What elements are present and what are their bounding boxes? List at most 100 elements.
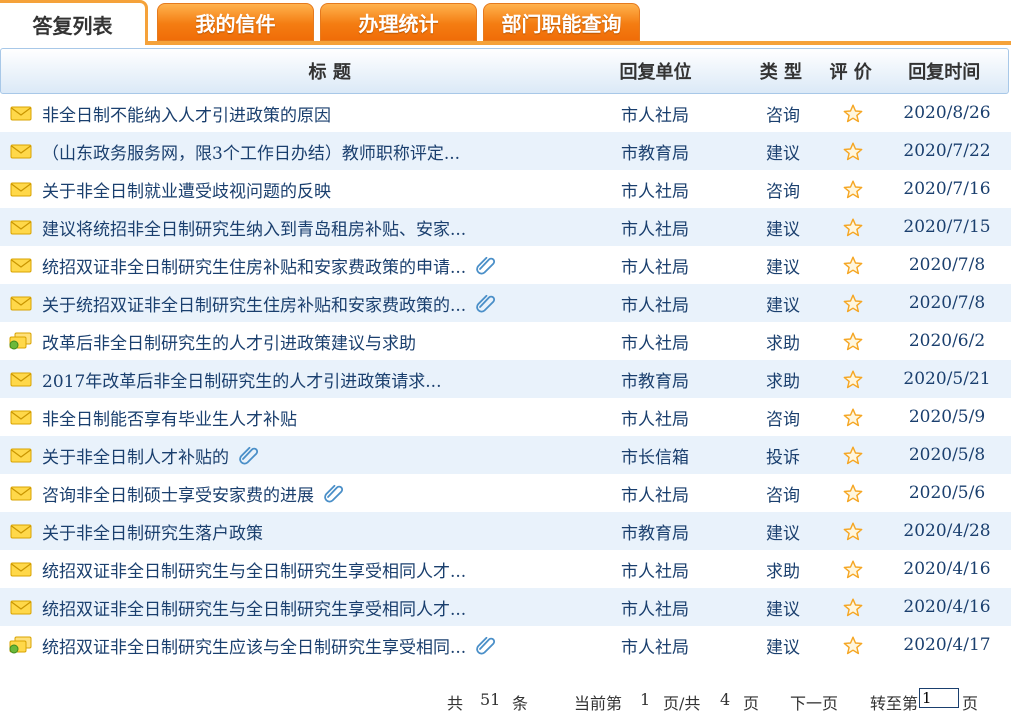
pagination: 共 51 条 当前第 1 页/共 4 页 下一页 转至第 页 xyxy=(0,688,1011,714)
row-date: 2020/6/2 xyxy=(908,331,986,351)
pages-mid: 页/共 xyxy=(663,694,701,713)
table-row[interactable]: （山东政务服务网，限3个工作日办结）教师职称评定... 市教育局 建议 2020/7/… xyxy=(0,132,1011,170)
row-title-link[interactable]: 咨询非全日制硕士享受安家费的进展 xyxy=(42,481,314,506)
rating-star-icon[interactable] xyxy=(823,522,883,541)
table-row[interactable]: 统招双证非全日制研究生住房补贴和安家费政策的申请... 市人社局 建议 2020/7/… xyxy=(0,246,1011,284)
table-row[interactable]: 改革后非全日制研究生的人才引进政策建议与求助 市人社局 求助 2020/6/2 xyxy=(0,322,1011,360)
row-unit: 市人社局 xyxy=(621,333,689,354)
row-unit: 市人社局 xyxy=(621,599,689,620)
header-unit: 回复单位 xyxy=(619,62,692,83)
row-type: 求助 xyxy=(766,371,800,392)
table-row[interactable]: 关于非全日制研究生落户政策 市教育局 建议 2020/4/28 xyxy=(0,512,1011,550)
table-row[interactable]: 统招双证非全日制研究生应该与全日制研究生享受相同... 市人社局 建议 2020/4/… xyxy=(0,626,1011,664)
table-row[interactable]: 统招双证非全日制研究生与全日制研究生享受相同人才... 市人社局 建议 2020/4/… xyxy=(0,588,1011,626)
rating-star-icon[interactable] xyxy=(823,332,883,351)
row-title-link[interactable]: 建议将统招非全日制研究生纳入到青岛租房补贴、安家... xyxy=(42,215,466,240)
row-title-link[interactable]: 改革后非全日制研究生的人才引进政策建议与求助 xyxy=(42,329,416,354)
next-page-link[interactable]: 下一页 xyxy=(790,690,838,714)
rating-star-icon[interactable] xyxy=(823,560,883,579)
table-row[interactable]: 关于非全日制就业遭受歧视问题的反映 市人社局 咨询 2020/7/16 xyxy=(0,170,1011,208)
table-row[interactable]: 建议将统招非全日制研究生纳入到青岛租房补贴、安家... 市人社局 建议 2020/7/… xyxy=(0,208,1011,246)
table-row[interactable]: 咨询非全日制硕士享受安家费的进展 市人社局 咨询 2020/5/6 xyxy=(0,474,1011,512)
rating-star-icon[interactable] xyxy=(823,256,883,275)
row-title-link[interactable]: 关于非全日制就业遭受歧视问题的反映 xyxy=(42,177,331,202)
row-unit: 市人社局 xyxy=(621,409,689,430)
total-suffix: 条 xyxy=(512,694,529,713)
row-title-cell: （山东政务服务网，限3个工作日办结）教师职称评定... xyxy=(42,139,618,164)
row-title-link[interactable]: 统招双证非全日制研究生应该与全日制研究生享受相同... xyxy=(42,633,466,658)
table-header: 标 题 回复单位 类 型 评 价 回复时间 xyxy=(0,48,1009,94)
envelope-icon xyxy=(0,257,42,273)
tab-department-query[interactable]: 部门职能查询 xyxy=(483,3,640,41)
row-title-link[interactable]: 统招双证非全日制研究生与全日制研究生享受相同人才... xyxy=(42,557,466,582)
table-row[interactable]: 2017年改革后非全日制研究生的人才引进政策请求... 市教育局 求助 2020/5/… xyxy=(0,360,1011,398)
envelope-icon xyxy=(0,485,42,501)
row-title-cell: 改革后非全日制研究生的人才引进政策建议与求助 xyxy=(42,329,618,354)
envelope-icon xyxy=(0,371,42,387)
rating-star-icon[interactable] xyxy=(823,598,883,617)
rating-star-icon[interactable] xyxy=(823,636,883,655)
row-unit: 市人社局 xyxy=(621,105,689,126)
table-row[interactable]: 关于统招双证非全日制研究生住房补贴和安家费政策的... 市人社局 建议 2020/7/… xyxy=(0,284,1011,322)
row-unit: 市人社局 xyxy=(621,485,689,506)
tab-statistics[interactable]: 办理统计 xyxy=(320,3,477,41)
row-date: 2020/5/8 xyxy=(908,445,986,465)
row-title-link[interactable]: 2017年改革后非全日制研究生的人才引进政策请求... xyxy=(42,367,441,392)
row-title-link[interactable]: 非全日制能否享有毕业生人才补贴 xyxy=(42,405,297,430)
table-body: 非全日制不能纳入人才引进政策的原因 市人社局 咨询 2020/8/26 （山东政务服务网… xyxy=(0,94,1011,664)
rating-star-icon[interactable] xyxy=(823,370,883,389)
row-title-cell: 非全日制能否享有毕业生人才补贴 xyxy=(42,405,618,430)
page-count: 4 xyxy=(720,690,731,709)
row-date: 2020/5/6 xyxy=(908,483,986,503)
row-type: 建议 xyxy=(766,257,800,278)
header-date: 回复时间 xyxy=(908,62,981,83)
row-type: 咨询 xyxy=(766,485,800,506)
row-title-cell: 统招双证非全日制研究生应该与全日制研究生享受相同... xyxy=(42,633,618,658)
header-type: 类 型 xyxy=(759,62,803,83)
row-title-cell: 关于非全日制研究生落户政策 xyxy=(42,519,618,544)
goto-suffix: 页 xyxy=(962,694,979,713)
row-title-cell: 非全日制不能纳入人才引进政策的原因 xyxy=(42,101,618,126)
row-title-link[interactable]: 关于统招双证非全日制研究生住房补贴和安家费政策的... xyxy=(42,291,466,316)
row-title-link[interactable]: 关于非全日制人才补贴的 xyxy=(42,443,229,468)
rating-star-icon[interactable] xyxy=(823,142,883,161)
row-title-link[interactable]: （山东政务服务网，限3个工作日办结）教师职称评定... xyxy=(42,139,460,164)
rating-star-icon[interactable] xyxy=(823,218,883,237)
table-row[interactable]: 关于非全日制人才补贴的 市长信箱 投诉 2020/5/8 xyxy=(0,436,1011,474)
envelope-group-icon xyxy=(0,636,42,654)
rating-star-icon[interactable] xyxy=(823,294,883,313)
envelope-icon xyxy=(0,295,42,311)
rating-star-icon[interactable] xyxy=(823,180,883,199)
envelope-icon xyxy=(0,105,42,121)
row-date: 2020/5/9 xyxy=(908,407,986,427)
envelope-icon xyxy=(0,523,42,539)
tab-my-letters[interactable]: 我的信件 xyxy=(157,3,314,41)
row-title-link[interactable]: 统招双证非全日制研究生住房补贴和安家费政策的申请... xyxy=(42,253,466,278)
attachment-icon xyxy=(239,445,261,465)
rating-star-icon[interactable] xyxy=(823,408,883,427)
table-row[interactable]: 统招双证非全日制研究生与全日制研究生享受相同人才... 市人社局 求助 2020/4/… xyxy=(0,550,1011,588)
rating-star-icon[interactable] xyxy=(823,446,883,465)
row-type: 建议 xyxy=(766,523,800,544)
tab-reply-list[interactable]: 答复列表 xyxy=(0,0,148,45)
row-title-link[interactable]: 关于非全日制研究生落户政策 xyxy=(42,519,263,544)
current-page: 1 xyxy=(640,690,651,709)
row-title-link[interactable]: 统招双证非全日制研究生与全日制研究生享受相同人才... xyxy=(42,595,466,620)
envelope-icon xyxy=(0,181,42,197)
row-title-cell: 统招双证非全日制研究生与全日制研究生享受相同人才... xyxy=(42,557,618,582)
table-row[interactable]: 非全日制不能纳入人才引进政策的原因 市人社局 咨询 2020/8/26 xyxy=(0,94,1011,132)
envelope-icon xyxy=(0,219,42,235)
row-title-cell: 统招双证非全日制研究生与全日制研究生享受相同人才... xyxy=(42,595,618,620)
row-title-link[interactable]: 非全日制不能纳入人才引进政策的原因 xyxy=(42,101,331,126)
row-type: 求助 xyxy=(766,561,800,582)
rating-star-icon[interactable] xyxy=(823,104,883,123)
table-row[interactable]: 非全日制能否享有毕业生人才补贴 市人社局 咨询 2020/5/9 xyxy=(0,398,1011,436)
attachment-icon xyxy=(324,483,346,503)
row-date: 2020/7/15 xyxy=(903,217,991,237)
envelope-icon xyxy=(0,143,42,159)
goto-page-input[interactable] xyxy=(919,688,959,708)
pages-suffix: 页 xyxy=(743,694,760,713)
header-rating: 评 价 xyxy=(829,62,872,83)
rating-star-icon[interactable] xyxy=(823,484,883,503)
envelope-icon xyxy=(0,599,42,615)
